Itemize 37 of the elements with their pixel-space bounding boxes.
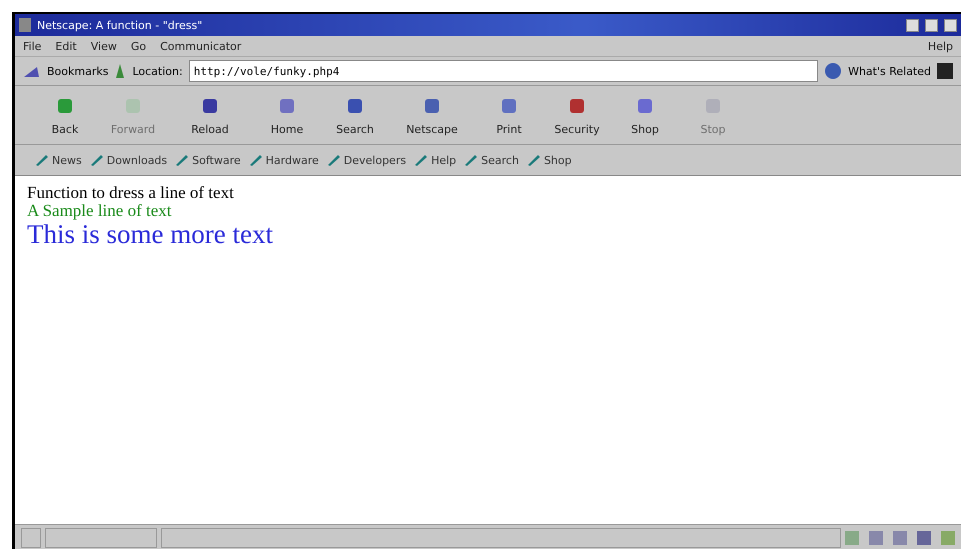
bookmark-link[interactable]: Help [431, 154, 456, 166]
menu-item[interactable]: View [90, 40, 117, 52]
toolbar-button[interactable]: Netscape [393, 94, 471, 136]
bookmark-link[interactable]: Hardware [266, 154, 319, 166]
bookmark-link[interactable]: Shop [544, 154, 572, 166]
bookmark-link[interactable]: News [52, 154, 82, 166]
menu-item[interactable]: Edit [55, 40, 77, 52]
menu-item[interactable]: Communicator [160, 40, 242, 52]
toolbar-button[interactable]: Print [479, 94, 539, 136]
menu-item[interactable]: File [23, 40, 42, 52]
bookmark-link[interactable]: Search [481, 154, 519, 166]
whats-related-button[interactable]: What's Related [848, 64, 931, 78]
bookmark-link[interactable]: Software [192, 154, 241, 166]
window-title: Netscape: A function - "dress" [37, 18, 204, 32]
url-field[interactable]: http://vole/funky.php4 [188, 60, 818, 82]
bookmark-link[interactable]: Developers [344, 154, 406, 166]
menu-item[interactable]: Help [928, 40, 953, 52]
maximize-button[interactable] [925, 18, 938, 32]
window-menu-icon [19, 18, 31, 32]
toolbar-button[interactable]: Back [35, 94, 95, 136]
close-button[interactable] [944, 18, 957, 32]
logo-icon [937, 63, 953, 79]
bookmark-link[interactable]: Downloads [106, 154, 168, 166]
toolbar-button[interactable]: Reload [171, 94, 249, 136]
location-label: Location: [132, 64, 183, 78]
page-text: A Sample line of text [27, 202, 172, 220]
minimize-button[interactable] [906, 18, 919, 32]
globe-icon [824, 62, 842, 80]
page-text: This is some more text [27, 220, 274, 248]
toolbar-button[interactable]: Home [257, 94, 317, 136]
bookmarks-button[interactable]: Bookmarks [47, 64, 108, 78]
toolbar-button[interactable]: Search [325, 94, 385, 136]
page-text: Function to dress a line of text [27, 184, 235, 202]
toolbar-button[interactable]: Shop [615, 94, 675, 136]
security-status [21, 528, 41, 548]
menu-item[interactable]: Go [130, 40, 146, 52]
toolbar-button[interactable]: Security [547, 94, 607, 136]
